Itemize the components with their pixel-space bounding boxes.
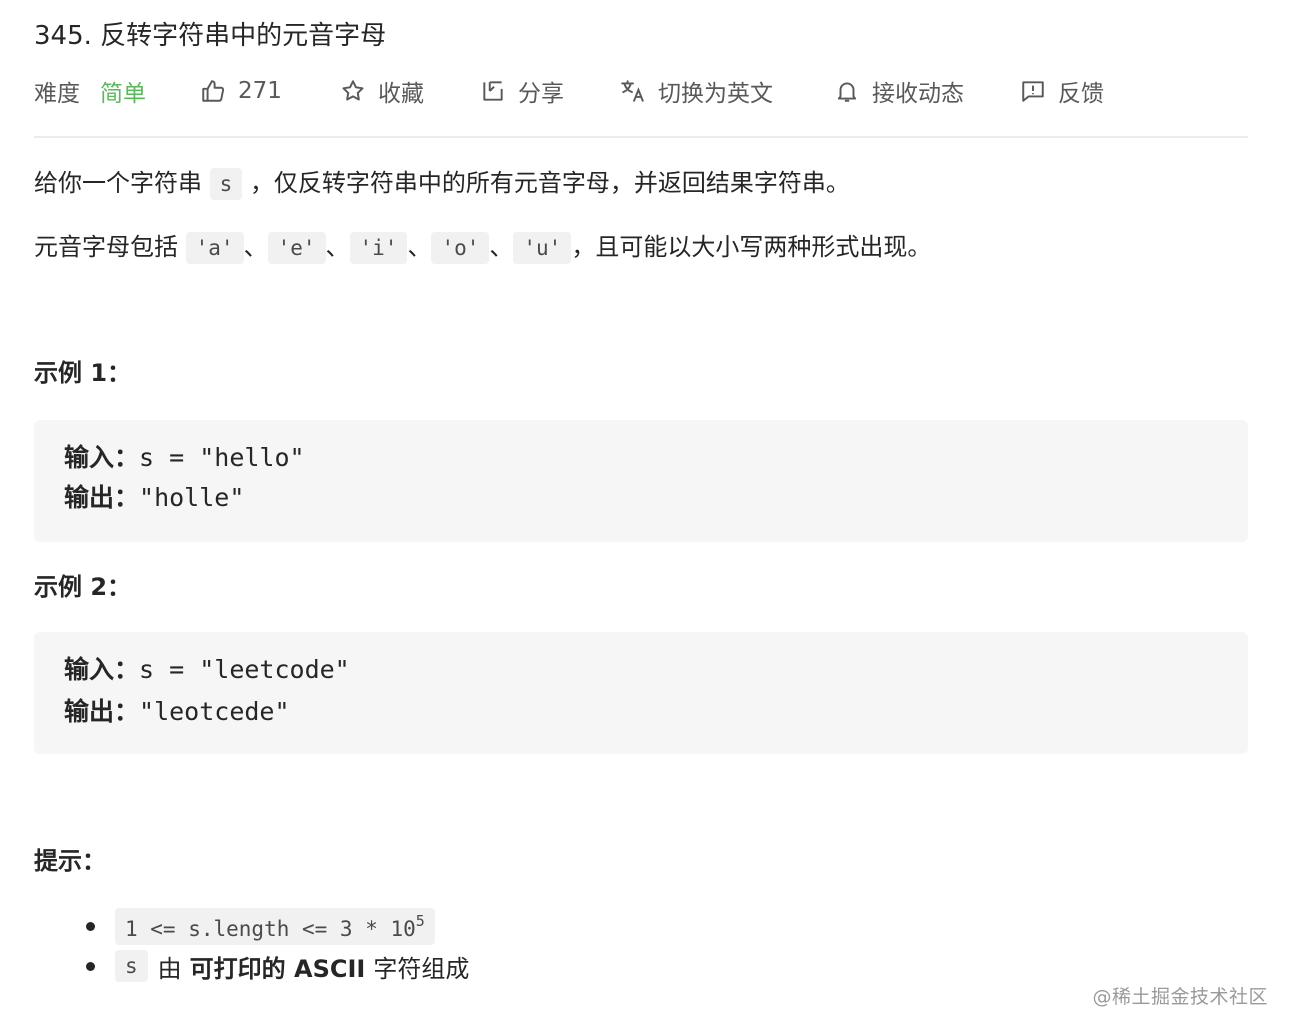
favorite-button[interactable]: 收藏 [340, 72, 424, 110]
example-1-heading: 示例 1： [34, 359, 132, 387]
example-1-input: 输入：s = "hello" [64, 443, 305, 472]
hint-code: s [115, 950, 148, 982]
hint-item-1: 1 <= s.length <= 3 * 105 [86, 906, 435, 946]
bullet-dot [86, 921, 95, 931]
example-2-box: 输入：s = "leetcode" 输出："leotcede" [34, 632, 1248, 754]
hint-item-2: s 由 可打印的 ASCII 字符组成 [86, 946, 469, 986]
like-button[interactable]: 271 [200, 72, 282, 110]
translate-button[interactable]: 切换为英文 [620, 72, 773, 110]
description-line-1: 给你一个字符串 s ，仅反转字符串中的所有元音字母，并返回结果字符串。 [34, 166, 850, 201]
vowel-code: 'i' [349, 232, 408, 264]
share-icon [480, 78, 506, 104]
example-2-heading: 示例 2： [34, 573, 132, 601]
notify-label: 接收动态 [872, 81, 964, 107]
like-count: 271 [238, 78, 282, 104]
translate-label: 切换为英文 [658, 81, 773, 107]
feedback-label: 反馈 [1058, 81, 1104, 107]
example-2-input: 输入：s = "leetcode" [64, 655, 350, 684]
description-line-2: 元音字母包括 'a'、'e'、'i'、'o'、'u' ，且可能以大小写两种形式出现… [34, 230, 931, 265]
feedback-icon [1020, 78, 1046, 104]
vowel-code: 'o' [431, 232, 490, 264]
vowel-code: 'e' [267, 232, 326, 264]
share-button[interactable]: 分享 [480, 72, 564, 110]
vowel-code: 'u' [513, 232, 572, 264]
inline-code: s [209, 168, 243, 200]
hints-heading: 提示： [34, 847, 106, 875]
difficulty-value: 简单 [100, 81, 146, 107]
difficulty-label: 难度 [34, 81, 80, 107]
difficulty: 难度 简单 [34, 72, 146, 110]
example-2-output: 输出："leotcede" [64, 697, 290, 726]
feedback-button[interactable]: 反馈 [1020, 72, 1104, 110]
favorite-label: 收藏 [378, 81, 424, 107]
thumbs-up-icon [200, 78, 226, 104]
bell-icon [834, 78, 860, 104]
example-1-output: 输出："holle" [64, 483, 245, 512]
star-icon [340, 78, 366, 104]
translate-icon [620, 78, 646, 104]
example-1-box: 输入：s = "hello" 输出："holle" [34, 420, 1248, 542]
hint-code: 1 <= s.length <= 3 * 105 [115, 907, 435, 945]
problem-title: 345. 反转字符串中的元音字母 [34, 21, 387, 51]
header-divider [34, 136, 1248, 138]
vowel-code: 'a' [185, 232, 244, 264]
watermark: @稀土掘金技术社区 [1092, 986, 1268, 1008]
notify-button[interactable]: 接收动态 [834, 72, 964, 110]
share-label: 分享 [518, 81, 564, 107]
bullet-dot [86, 961, 95, 971]
